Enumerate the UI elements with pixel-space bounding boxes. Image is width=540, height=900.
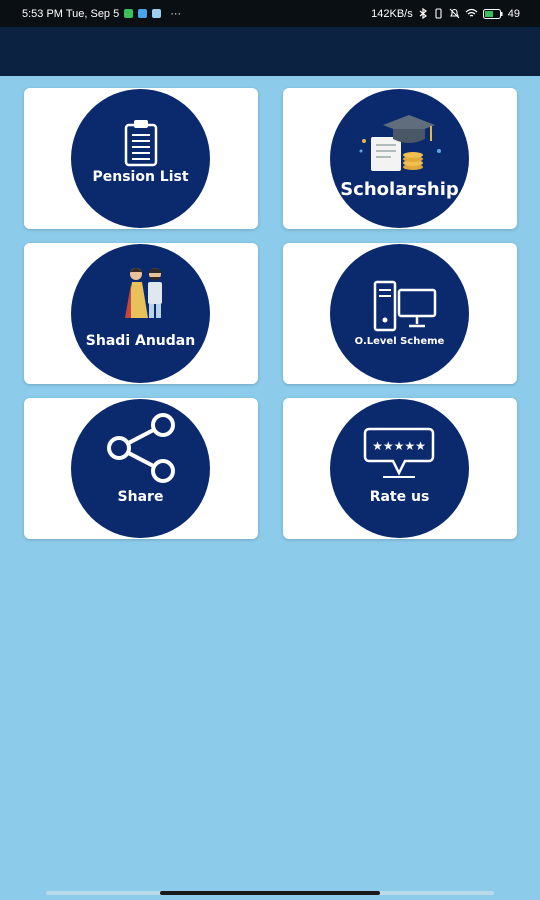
tile-circle: O.Level Scheme [330, 244, 469, 383]
wedding-couple-icon [125, 268, 162, 318]
graduation-cap-icon [359, 115, 441, 171]
status-right: 142KB/s 49 [371, 8, 520, 20]
clipboard-icon [124, 120, 158, 167]
desktop-computer-icon [373, 280, 437, 332]
tile-label: Shadi Anudan [85, 333, 196, 349]
status-time: 5:53 PM Tue, Sep 5 [22, 7, 120, 20]
wifi-icon [465, 8, 478, 17]
tile-circle: Shadi Anudan [71, 244, 210, 383]
tile-label: Rate us [369, 489, 430, 505]
tile-o-level-scheme[interactable]: O.Level Scheme [283, 243, 517, 384]
tile-label: Pension List [92, 169, 189, 185]
tile-circle: Scholarship [330, 89, 469, 228]
app-bar [0, 27, 540, 76]
tile-label: Scholarship [340, 179, 459, 200]
tile-pension-list[interactable]: Pension List [24, 88, 258, 229]
whatsapp-icon [124, 9, 134, 18]
battery-icon [482, 8, 503, 19]
battery-level: 49 [507, 7, 520, 20]
more-notifications-icon: ··· [170, 7, 182, 20]
svg-text:★★★★★: ★★★★★ [372, 439, 426, 453]
tile-circle: Pension List [71, 89, 210, 228]
share-icon [107, 413, 175, 483]
tile-circle: ★★★★★ Rate us [330, 399, 469, 538]
bluetooth-icon [419, 8, 427, 19]
tile-label: O.Level Scheme [354, 336, 445, 347]
tile-rate-us[interactable]: ★★★★★ Rate us [283, 398, 517, 539]
gesture-handle[interactable] [160, 891, 380, 895]
rating-stars-icon: ★★★★★ [363, 427, 435, 478]
vibrate-icon [435, 8, 442, 19]
app-notification-icon [152, 9, 162, 18]
status-left: 5:53 PM Tue, Sep 5 ··· [22, 8, 181, 20]
tile-shadi-anudan[interactable]: Shadi Anudan [24, 243, 258, 384]
messenger-icon [138, 9, 148, 18]
net-speed: 142KB/s [371, 7, 413, 20]
tile-circle: Share [71, 399, 210, 538]
tile-label: Share [117, 489, 164, 505]
tile-share[interactable]: Share [24, 398, 258, 539]
status-bar: 5:53 PM Tue, Sep 5 ··· 142KB/s 49 [0, 0, 540, 27]
mute-bell-icon [449, 8, 460, 19]
tile-scholarship[interactable]: Scholarship [283, 88, 517, 229]
